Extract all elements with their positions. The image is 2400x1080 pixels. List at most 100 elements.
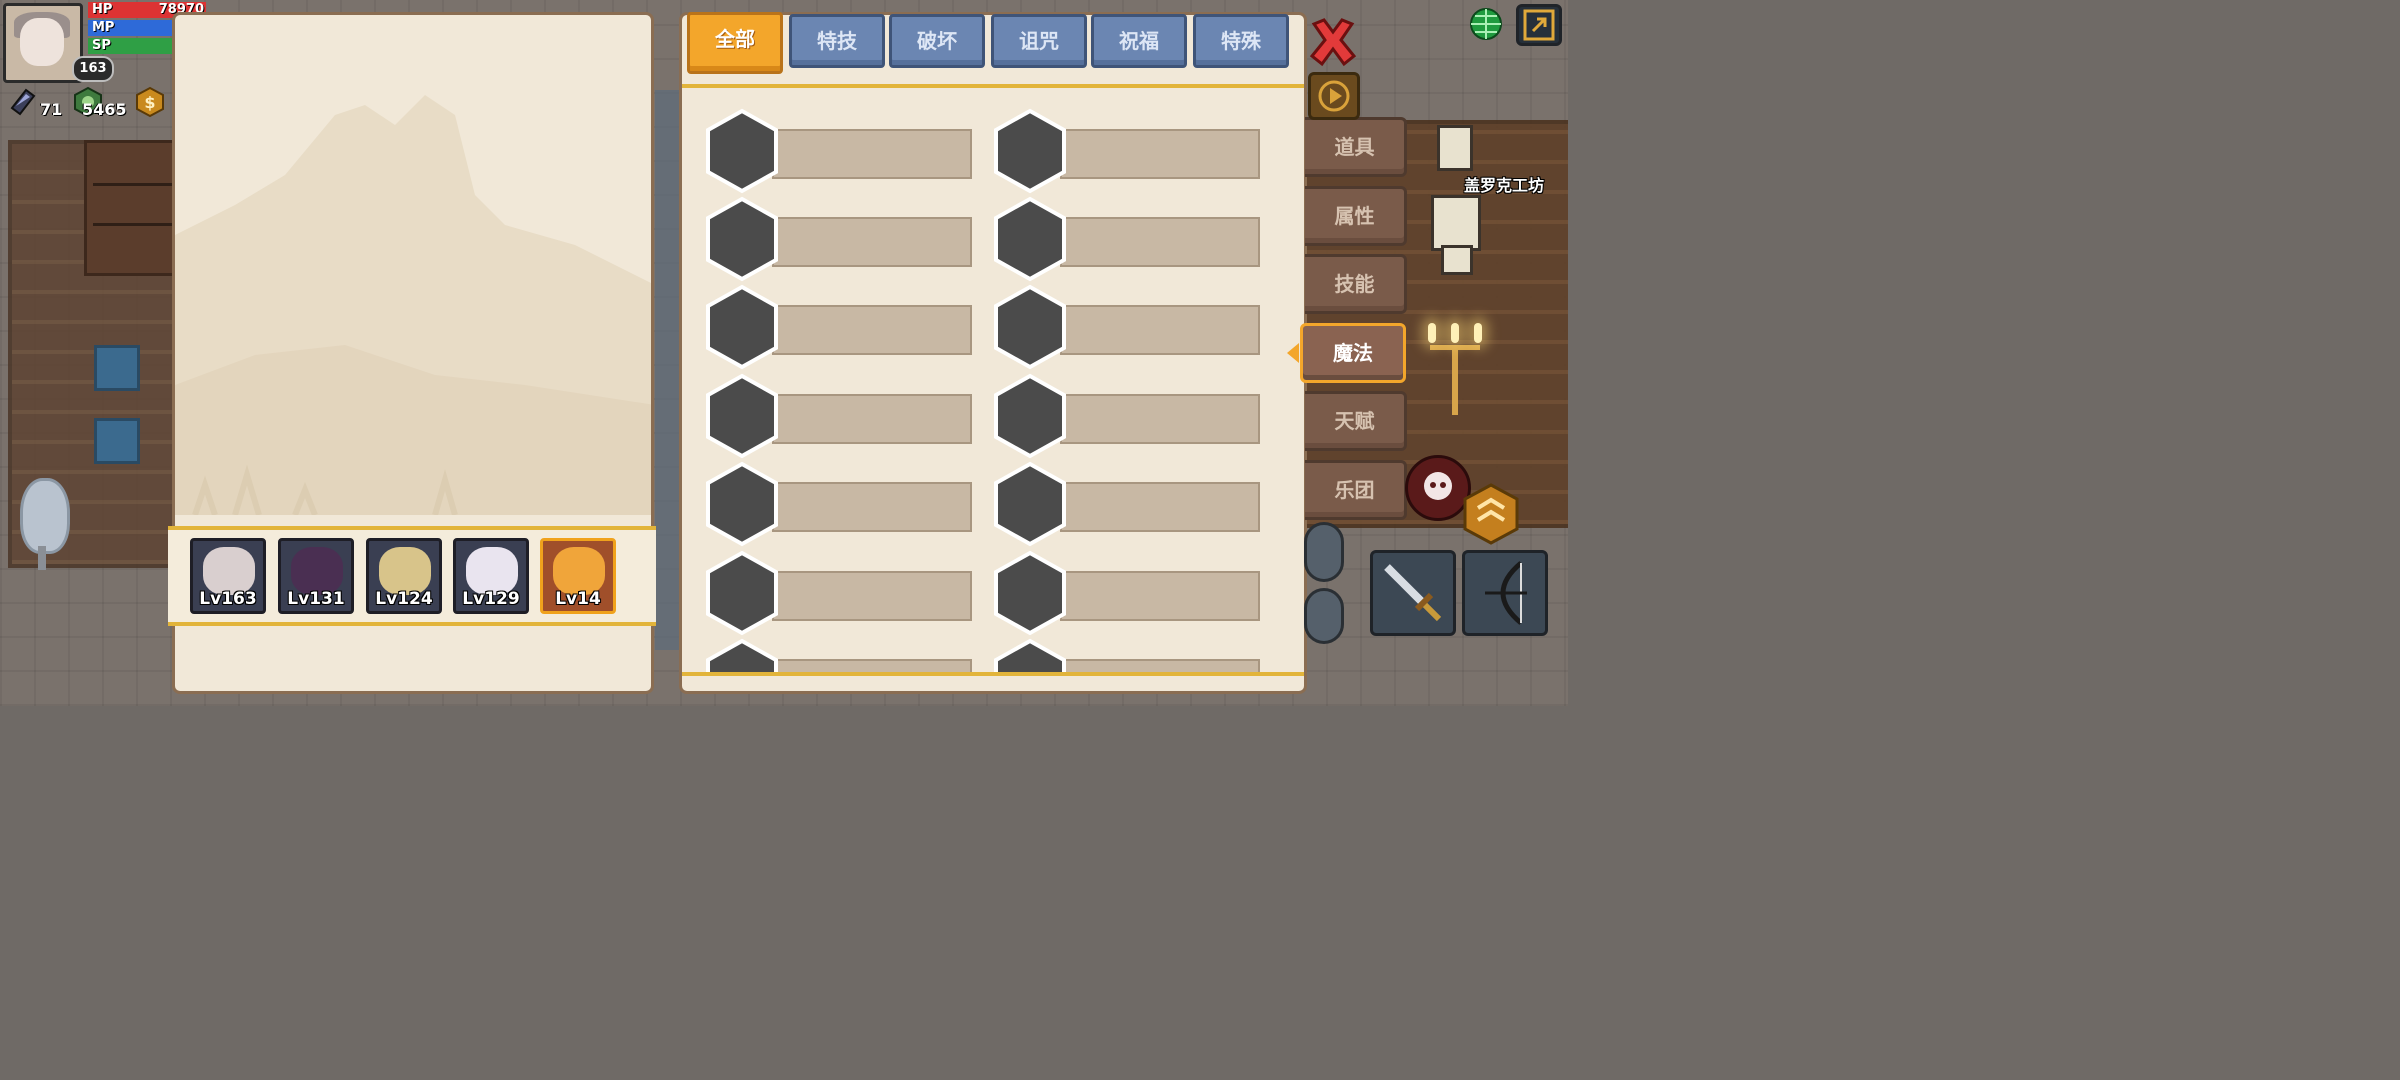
slot-name-bar [1060,217,1260,267]
magic-slot[interactable] [704,98,984,194]
player-avatar[interactable] [3,3,83,83]
empty-slot-hex-icon [994,373,1066,459]
party-member[interactable]: Lv131 [278,538,354,614]
magic-slot[interactable] [992,186,1272,282]
magic-slot[interactable] [992,540,1272,636]
hp-label: HP [92,2,113,17]
slot-name-bar [1060,659,1260,672]
empty-slot-hex-icon [706,550,778,636]
slot-name-bar [772,217,972,267]
tab-all[interactable]: 全部 [687,12,783,74]
magic-slot-list [682,84,1304,676]
empty-slot-hex-icon [994,196,1066,282]
category-attributes[interactable]: 属性 [1305,186,1407,246]
exit-map-button[interactable] [1516,4,1562,46]
empty-slot-hex-icon [994,284,1066,370]
magic-slot[interactable] [704,363,984,459]
party-member-selected[interactable]: Lv14 [540,538,616,614]
empty-slot-hex-icon [706,461,778,547]
candelabra [1425,305,1485,415]
slot-name-bar [772,129,972,179]
rank-hex-icon[interactable] [1462,482,1520,546]
sword-attack-button[interactable] [1370,550,1456,636]
mp-label: MP [92,20,115,35]
play-icon [1318,80,1350,112]
party-member[interactable]: Lv129 [453,538,529,614]
slot-name-bar [772,571,972,621]
skull-icon [1424,472,1452,500]
slot-name-bar [772,394,972,444]
blue-crate [94,345,140,391]
magic-slot[interactable] [992,451,1272,547]
shield-button[interactable] [1304,588,1344,644]
slot-name-bar [1060,129,1260,179]
member-level: Lv129 [462,589,520,609]
active-category-pointer-icon [1287,343,1299,363]
empty-slot-hex-icon [706,108,778,194]
empty-slot-hex-icon [994,108,1066,194]
snow-tree [12,478,72,570]
member-level: Lv14 [555,589,601,609]
bow-icon [1485,561,1527,625]
player-level-badge: 163 [72,56,114,82]
tab-special-skill[interactable]: 特技 [789,14,885,68]
member-portrait [553,547,605,595]
magic-slot[interactable] [992,363,1272,459]
close-icon[interactable] [1308,16,1358,68]
gear-token-count: 5465 [82,100,127,119]
magic-slot[interactable] [704,451,984,547]
member-level: Lv163 [199,589,257,609]
tab-destruction[interactable]: 破坏 [889,14,985,68]
empty-slot-hex-icon [994,461,1066,547]
party-selector: Lv163 Lv131 Lv124 Lv129 Lv14 [168,526,656,626]
member-portrait [203,547,255,595]
member-portrait [291,547,343,595]
sword-icon [1384,564,1442,622]
magic-slot[interactable] [704,274,984,370]
network-globe-icon[interactable] [1466,4,1506,44]
coin-icon: $ [136,86,164,118]
slot-name-bar [772,482,972,532]
empty-slot-hex-icon [994,550,1066,636]
crystal-icon [10,88,36,116]
slot-name-bar [1060,571,1260,621]
magic-slot[interactable] [704,186,984,282]
category-band[interactable]: 乐团 [1305,460,1407,520]
party-member[interactable]: Lv163 [190,538,266,614]
magic-slot[interactable] [992,628,1272,672]
crystal-count: 71 [40,100,63,119]
slot-name-bar [1060,394,1260,444]
map-location-label: 盖罗克工坊 [1464,176,1545,195]
member-level: Lv124 [375,589,433,609]
empty-slot-hex-icon [706,284,778,370]
empty-slot-hex-icon [706,638,778,672]
category-items[interactable]: 道具 [1305,117,1407,177]
magic-slot[interactable] [992,98,1272,194]
magic-slot[interactable] [992,274,1272,370]
empty-slot-hex-icon [994,638,1066,672]
svg-text:$: $ [144,93,155,112]
exit-arrow-icon [1523,9,1555,41]
mountain-backdrop [175,95,651,515]
blue-crate [94,418,140,464]
item-shelf [84,140,182,276]
slot-name-bar [772,305,972,355]
magic-slot[interactable] [704,628,984,672]
tab-special[interactable]: 特殊 [1193,14,1289,68]
dash-button[interactable] [1304,522,1344,582]
tab-blessing[interactable]: 祝福 [1091,14,1187,68]
party-member[interactable]: Lv124 [366,538,442,614]
bow-attack-button[interactable] [1462,550,1548,636]
category-skills[interactable]: 技能 [1305,254,1407,314]
category-talent[interactable]: 天赋 [1305,391,1407,451]
magic-slot[interactable] [704,540,984,636]
slot-name-bar [1060,482,1260,532]
sp-label: SP [92,38,111,53]
member-portrait [466,547,518,595]
play-button[interactable] [1308,72,1360,120]
slot-name-bar [772,659,972,672]
slot-name-bar [1060,305,1260,355]
member-level: Lv131 [287,589,345,609]
tab-curse[interactable]: 诅咒 [991,14,1087,68]
category-magic[interactable]: 魔法 [1300,323,1406,383]
